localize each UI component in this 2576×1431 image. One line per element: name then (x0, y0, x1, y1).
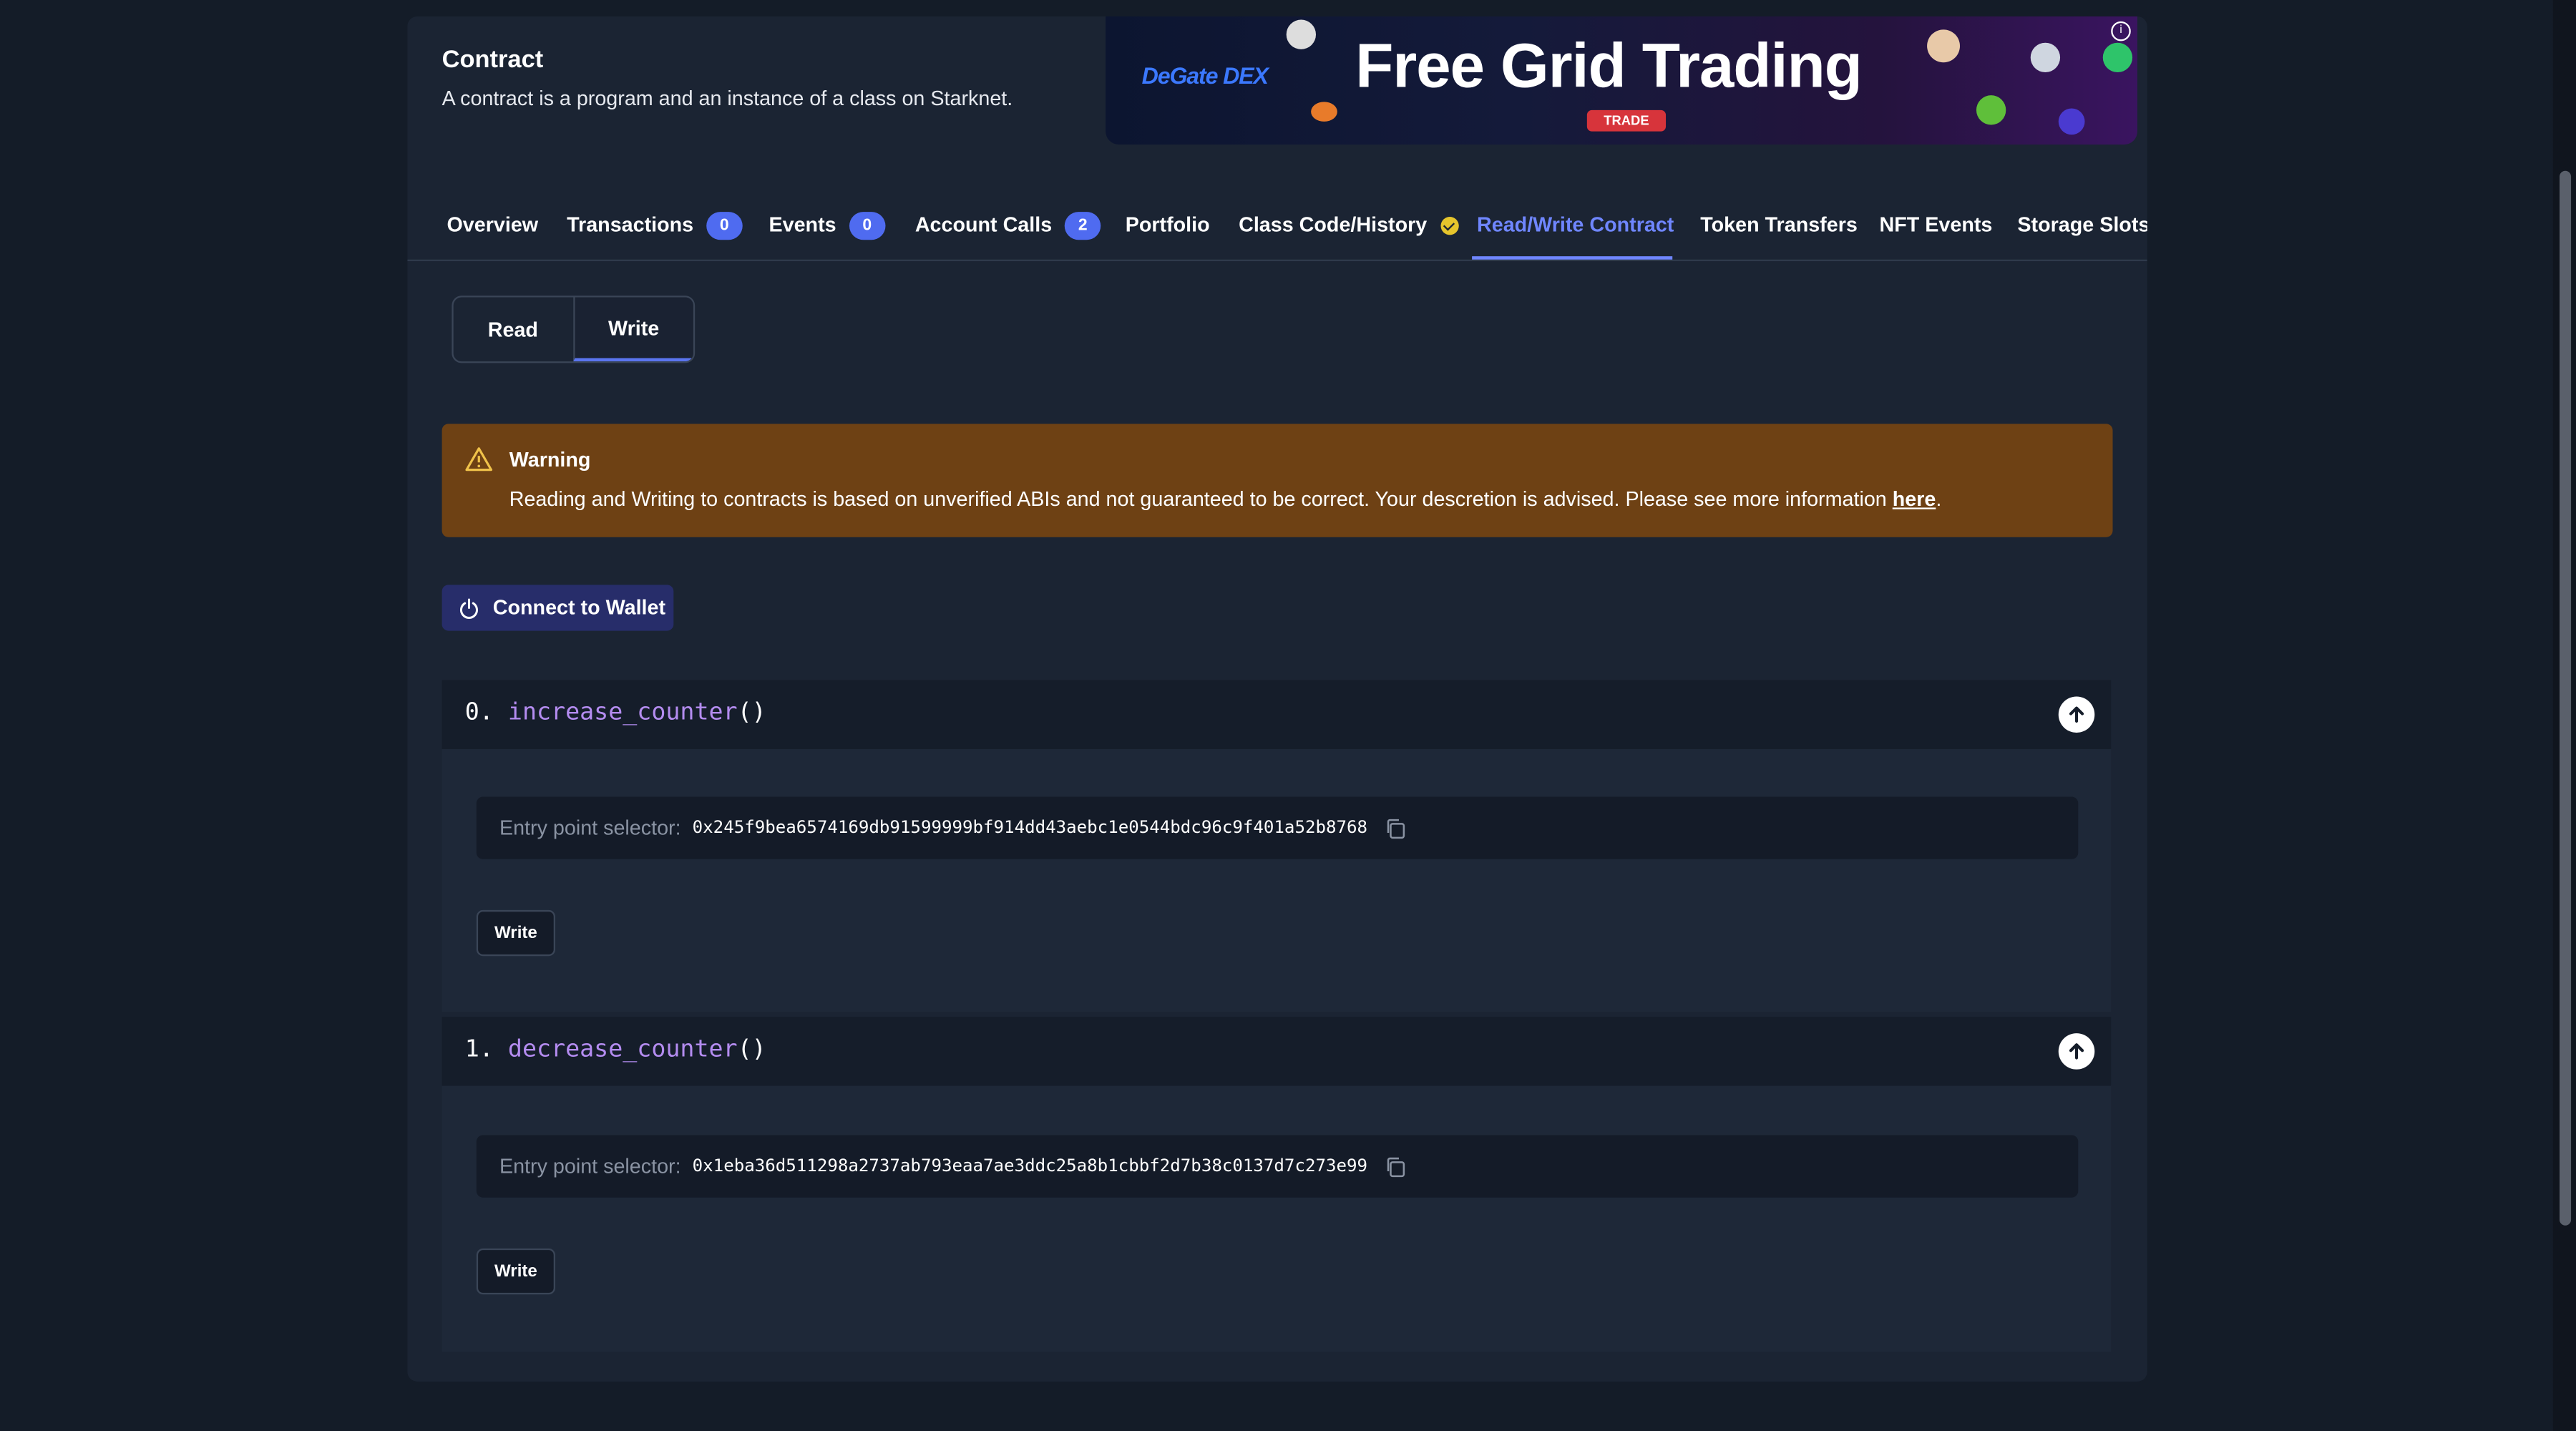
coin-icon (2030, 42, 2061, 73)
tab-transactions[interactable]: Transactions 0 (567, 207, 743, 243)
active-tab-indicator (1472, 256, 1673, 260)
tab-label: Events (769, 213, 836, 237)
count-badge: 0 (849, 211, 885, 240)
contract-card: Contract A contract is a program and an … (407, 16, 2147, 1382)
count-badge: 2 (1065, 211, 1101, 240)
function-name: decrease_counter (507, 1036, 738, 1063)
info-icon[interactable]: i (2111, 21, 2131, 41)
tab-account-calls[interactable]: Account Calls 2 (915, 207, 1101, 243)
tab-overview[interactable]: Overview (447, 207, 538, 243)
function-title: 0. increase_counter() (465, 700, 766, 726)
coin-icon (1927, 29, 1961, 63)
power-icon (459, 597, 478, 618)
tab-label: Transactions (567, 213, 694, 237)
function-header[interactable]: 0. increase_counter() (441, 680, 2112, 749)
ad-headline: Free Grid Trading (1355, 32, 1863, 102)
copy-icon[interactable] (1385, 1156, 1407, 1177)
entry-point-selector: Entry point selector: 0x1eba36d511298a27… (476, 1135, 2079, 1198)
selector-label: Entry point selector: (499, 816, 681, 840)
coin-icon (1976, 95, 2006, 125)
coin-icon (1311, 102, 1337, 122)
ad-banner[interactable]: DeGate DEX Free Grid Trading TRADE i (1106, 16, 2137, 145)
tab-portfolio[interactable]: Portfolio (1126, 207, 1210, 243)
ad-trade-button[interactable]: TRADE (1586, 109, 1667, 132)
warning-icon (465, 447, 493, 472)
tab-token-transfers[interactable]: Token Transfers (1700, 207, 1858, 243)
read-button[interactable]: Read (454, 298, 572, 362)
warning-banner: Warning Reading and Writing to contracts… (441, 424, 2113, 537)
function-parens: () (737, 1036, 766, 1063)
tab-label: NFT Events (1879, 213, 1993, 237)
function-title: 1. decrease_counter() (465, 1037, 766, 1063)
tab-class-code-history[interactable]: Class Code/History (1239, 207, 1458, 243)
selector-value: 0x1eba36d511298a2737ab793eaa7ae3ddc25a8b… (692, 1156, 1368, 1176)
selector-label: Entry point selector: (499, 1155, 681, 1178)
warning-body: Reading and Writing to contracts is base… (509, 487, 1893, 512)
tab-events[interactable]: Events 0 (769, 207, 885, 243)
warning-text: Reading and Writing to contracts is base… (509, 488, 1942, 511)
coin-icon (2058, 108, 2085, 135)
write-mode-button[interactable]: Write (572, 297, 693, 362)
tab-bar: Overview Transactions 0 Events 0 Account C… (407, 197, 2147, 262)
function-block: 0. increase_counter() Entry point select… (441, 680, 2112, 1012)
write-button[interactable]: Write (476, 1248, 556, 1295)
coin-icon (1286, 19, 1317, 49)
tab-label: Account Calls (914, 213, 1053, 237)
tab-label: Portfolio (1125, 213, 1210, 237)
copy-icon[interactable] (1385, 817, 1407, 839)
page-subtitle: A contract is a program and an instance … (441, 87, 1013, 110)
verified-check-icon (1440, 215, 1458, 235)
tab-label: Storage Slots (2017, 213, 2147, 237)
connect-wallet-button[interactable]: Connect to Wallet (441, 585, 674, 631)
collapse-arrow-up-icon[interactable] (2058, 1033, 2095, 1070)
tab-label: Read/Write Contract (1477, 213, 1674, 237)
coin-icon (2102, 42, 2133, 73)
function-index: 0. (464, 700, 494, 726)
entry-point-selector: Entry point selector: 0x245f9bea6574169d… (476, 796, 2079, 859)
function-block: 1. decrease_counter() Entry point select… (441, 1017, 2112, 1352)
page-title: Contract (441, 46, 544, 74)
function-header[interactable]: 1. decrease_counter() (441, 1017, 2112, 1086)
ad-logo: DeGate DEX (1141, 62, 1269, 89)
tab-label: Overview (447, 213, 539, 237)
tab-nft-events[interactable]: NFT Events (1880, 207, 1993, 243)
selector-value: 0x245f9bea6574169db91599999bf914dd43aebc… (692, 818, 1368, 838)
tab-label: Class Code/History (1239, 213, 1428, 237)
write-button[interactable]: Write (476, 909, 556, 957)
scrollbar-thumb[interactable] (2560, 170, 2572, 1226)
read-write-toggle: Read Write (452, 296, 696, 363)
tab-storage-slots[interactable]: Storage Slots (2017, 207, 2147, 243)
function-index: 1. (464, 1036, 494, 1063)
more-info-link[interactable]: here (1893, 488, 1936, 511)
connect-wallet-label: Connect to Wallet (492, 596, 666, 620)
count-badge: 0 (706, 211, 743, 240)
function-name: increase_counter (507, 700, 738, 726)
tab-read-write-contract[interactable]: Read/Write Contract (1477, 207, 1674, 243)
tab-label: Token Transfers (1700, 213, 1858, 237)
warning-trailing: . (1936, 487, 1942, 512)
collapse-arrow-up-icon[interactable] (2058, 696, 2095, 733)
warning-title: Warning (509, 448, 591, 472)
function-parens: () (737, 700, 766, 726)
